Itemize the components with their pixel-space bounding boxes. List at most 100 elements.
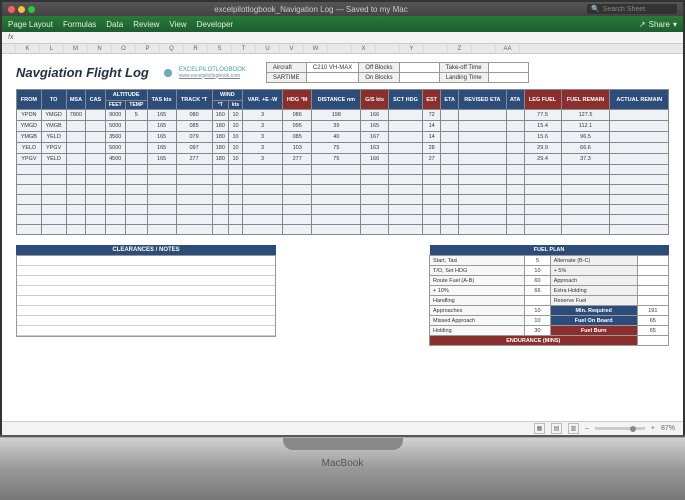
flight-cell[interactable] — [283, 215, 312, 225]
flight-cell[interactable] — [125, 143, 147, 154]
fuel-cell[interactable]: Fuel Burn — [550, 326, 637, 336]
fuel-cell[interactable]: Min. Required — [550, 306, 637, 316]
flight-cell[interactable] — [228, 225, 242, 235]
fuel-cell[interactable]: 10 — [525, 266, 550, 276]
flight-cell[interactable] — [441, 132, 459, 143]
fuel-cell[interactable] — [637, 286, 668, 296]
tab-formulas[interactable]: Formulas — [63, 20, 96, 29]
zoom-level[interactable]: 87% — [661, 425, 675, 432]
flight-cell[interactable] — [361, 225, 389, 235]
flight-cell[interactable] — [312, 185, 361, 195]
column-header[interactable]: M — [64, 44, 88, 53]
flight-cell[interactable] — [388, 132, 422, 143]
view-layout-icon[interactable]: ▤ — [551, 423, 562, 434]
flight-cell[interactable]: 77.5 — [524, 110, 561, 121]
flight-cell[interactable] — [66, 195, 86, 205]
flight-cell[interactable] — [423, 225, 441, 235]
flight-cell[interactable] — [66, 143, 86, 154]
flight-cell[interactable] — [243, 165, 283, 175]
fuel-cell[interactable]: Missed Approach — [430, 316, 525, 326]
flight-cell[interactable]: 079 — [176, 132, 212, 143]
flight-cell[interactable] — [243, 225, 283, 235]
fuel-cell[interactable]: Fuel On Board — [550, 316, 637, 326]
tab-page-layout[interactable]: Page Layout — [8, 20, 53, 29]
column-header[interactable]: T — [232, 44, 256, 53]
col-header[interactable]: TRACK °T — [176, 90, 212, 110]
fuel-cell[interactable]: 191 — [637, 306, 668, 316]
notes-line[interactable] — [17, 276, 275, 286]
flight-cell[interactable] — [86, 165, 105, 175]
info-cell[interactable]: Off Blocks — [359, 63, 399, 73]
flight-cell[interactable] — [561, 185, 610, 195]
flight-cell[interactable] — [105, 165, 125, 175]
flight-cell[interactable] — [610, 143, 669, 154]
flight-cell[interactable]: 086 — [283, 110, 312, 121]
flight-cell[interactable] — [388, 121, 422, 132]
flight-cell[interactable] — [41, 215, 66, 225]
flight-cell[interactable] — [312, 205, 361, 215]
flight-cell[interactable] — [243, 175, 283, 185]
flight-cell[interactable] — [610, 175, 669, 185]
flight-cell[interactable] — [41, 225, 66, 235]
flight-cell[interactable] — [423, 185, 441, 195]
notes-line[interactable] — [17, 326, 275, 336]
notes-line[interactable] — [17, 266, 275, 276]
flight-cell[interactable] — [506, 121, 524, 132]
col-header[interactable]: ETA — [441, 90, 459, 110]
flight-cell[interactable] — [610, 225, 669, 235]
worksheet[interactable]: Navgiation Flight Log EXCELPILOTLOGBOOK … — [2, 54, 683, 354]
flight-cell[interactable]: 5000 — [105, 121, 125, 132]
flight-cell[interactable] — [524, 215, 561, 225]
flight-cell[interactable] — [147, 185, 176, 195]
col-header[interactable]: FUEL REMAIN — [561, 90, 610, 110]
flight-cell[interactable] — [228, 175, 242, 185]
flight-cell[interactable]: 112.1 — [561, 121, 610, 132]
flight-cell[interactable] — [125, 185, 147, 195]
col-header[interactable]: G/S kts — [361, 90, 389, 110]
flight-cell[interactable]: 180 — [212, 132, 228, 143]
flight-cell[interactable] — [506, 175, 524, 185]
flight-cell[interactable]: 14 — [423, 132, 441, 143]
flight-cell[interactable] — [17, 185, 42, 195]
flight-cell[interactable] — [388, 165, 422, 175]
search-sheet-input[interactable]: 🔍 Search Sheet — [587, 4, 677, 14]
col-header[interactable]: HDG °M — [283, 90, 312, 110]
flight-cell[interactable] — [66, 225, 86, 235]
flight-cell[interactable] — [561, 205, 610, 215]
maximize-icon[interactable] — [28, 6, 35, 13]
col-subheader[interactable]: TEMP — [125, 101, 147, 110]
notes-line[interactable] — [17, 256, 275, 266]
info-cell[interactable]: On Blocks — [359, 73, 399, 83]
col-header[interactable]: LEG FUEL — [524, 90, 561, 110]
column-header[interactable]: Q — [160, 44, 184, 53]
flight-cell[interactable] — [86, 185, 105, 195]
flight-cell[interactable]: 085 — [176, 121, 212, 132]
flight-cell[interactable] — [506, 215, 524, 225]
flight-cell[interactable] — [441, 121, 459, 132]
flight-cell[interactable] — [441, 225, 459, 235]
column-header[interactable] — [328, 44, 352, 53]
flight-cell[interactable] — [361, 185, 389, 195]
flight-cell[interactable] — [423, 205, 441, 215]
flight-cell[interactable] — [66, 165, 86, 175]
col-header[interactable]: FROM — [17, 90, 42, 110]
flight-cell[interactable]: YMGB — [17, 132, 42, 143]
flight-cell[interactable]: 277 — [176, 154, 212, 165]
flight-cell[interactable] — [610, 110, 669, 121]
flight-cell[interactable]: 27 — [423, 154, 441, 165]
flight-cell[interactable]: 4500 — [105, 154, 125, 165]
flight-cell[interactable] — [441, 195, 459, 205]
flight-cell[interactable] — [41, 165, 66, 175]
col-header[interactable]: VAR. +E -W — [243, 90, 283, 110]
flight-cell[interactable] — [41, 185, 66, 195]
view-normal-icon[interactable]: ▦ — [534, 423, 545, 434]
flight-cell[interactable] — [86, 121, 105, 132]
fuel-cell[interactable]: 10 — [525, 316, 550, 326]
fuel-cell[interactable]: T/O, Set HDG — [430, 266, 525, 276]
col-subheader[interactable]: kts — [228, 101, 242, 110]
flight-cell[interactable]: 127.5 — [561, 110, 610, 121]
flight-cell[interactable]: 40 — [312, 132, 361, 143]
fuel-plan[interactable]: FUEL PLANStart, Taxi5Alternate (B-C)T/O,… — [429, 245, 669, 346]
flight-cell[interactable] — [506, 225, 524, 235]
flight-cell[interactable] — [441, 215, 459, 225]
